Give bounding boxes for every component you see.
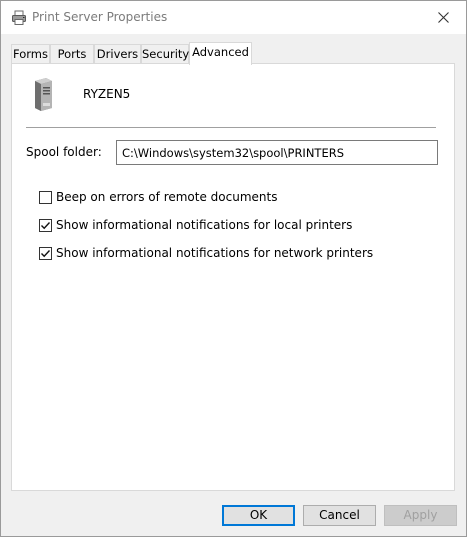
printer-icon bbox=[11, 10, 27, 26]
spool-folder-input[interactable] bbox=[116, 140, 438, 165]
server-tower-icon bbox=[31, 77, 53, 111]
cancel-button[interactable]: Cancel bbox=[303, 505, 376, 526]
tab-security[interactable]: Security bbox=[141, 44, 189, 64]
close-button[interactable] bbox=[420, 1, 466, 33]
checkmark-icon bbox=[41, 249, 51, 257]
local-printer-notifications-option[interactable]: Show informational notifications for loc… bbox=[39, 217, 352, 233]
window-title: Print Server Properties bbox=[32, 10, 168, 24]
ok-button[interactable]: OK bbox=[222, 505, 295, 526]
network-printer-notifications-checkbox[interactable] bbox=[39, 246, 52, 260]
local-printer-notifications-label: Show informational notifications for loc… bbox=[56, 218, 353, 232]
beep-remote-errors-option[interactable]: Beep on errors of remote documents bbox=[39, 189, 277, 205]
separator bbox=[26, 127, 436, 128]
tab-drivers[interactable]: Drivers bbox=[94, 44, 141, 64]
network-printer-notifications-option[interactable]: Show informational notifications for net… bbox=[39, 245, 373, 261]
title-bar[interactable]: Print Server Properties bbox=[1, 1, 466, 34]
advanced-tab-panel: RYZEN5 Spool folder: Beep on errors of r… bbox=[11, 63, 455, 491]
spool-folder-label: Spool folder: bbox=[26, 145, 102, 159]
checkmark-icon bbox=[41, 221, 51, 229]
tab-forms[interactable]: Forms bbox=[11, 44, 50, 64]
server-name: RYZEN5 bbox=[83, 87, 131, 101]
local-printer-notifications-checkbox[interactable] bbox=[39, 218, 52, 232]
beep-remote-errors-checkbox[interactable] bbox=[39, 190, 52, 204]
beep-remote-errors-label: Beep on errors of remote documents bbox=[56, 190, 278, 204]
network-printer-notifications-label: Show informational notifications for net… bbox=[56, 246, 374, 260]
tab-advanced[interactable]: Advanced bbox=[189, 42, 252, 65]
print-server-properties-dialog: Print Server Properties Forms Ports Driv… bbox=[0, 0, 467, 537]
tab-ports[interactable]: Ports bbox=[50, 44, 94, 64]
apply-button[interactable]: Apply bbox=[384, 505, 457, 526]
close-icon bbox=[437, 11, 449, 23]
